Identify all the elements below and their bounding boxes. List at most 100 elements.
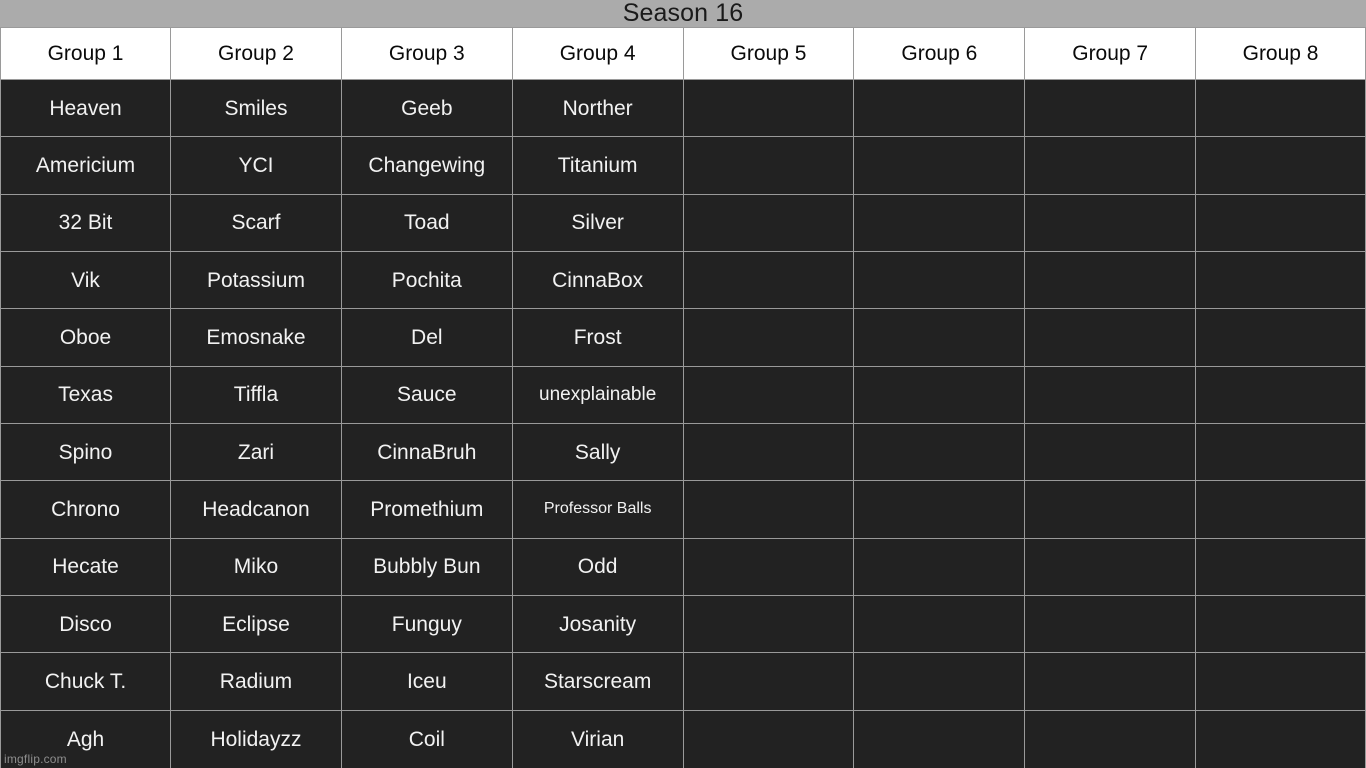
empty-cell[interactable] bbox=[853, 366, 1025, 424]
entry-cell[interactable]: Americium bbox=[0, 137, 171, 195]
entry-cell[interactable]: Eclipse bbox=[170, 595, 341, 654]
empty-cell[interactable] bbox=[1024, 653, 1196, 711]
entry-cell[interactable]: Frost bbox=[511, 309, 683, 367]
entry-cell[interactable]: Vik bbox=[0, 251, 171, 310]
entry-cell[interactable]: Silver bbox=[511, 194, 683, 252]
empty-cell[interactable] bbox=[1195, 481, 1366, 539]
entry-cell[interactable]: Spino bbox=[0, 423, 171, 482]
empty-cell[interactable] bbox=[1195, 309, 1366, 367]
entry-cell[interactable]: Josanity bbox=[511, 595, 683, 654]
entry-cell[interactable]: Hecate bbox=[0, 538, 171, 596]
entry-cell[interactable]: Geeb bbox=[340, 80, 512, 138]
entry-cell[interactable]: Professor Balls bbox=[511, 481, 683, 539]
empty-cell[interactable] bbox=[682, 710, 854, 768]
entry-cell[interactable]: Odd bbox=[511, 538, 683, 596]
empty-cell[interactable] bbox=[1024, 251, 1196, 310]
entry-cell[interactable]: Norther bbox=[511, 80, 683, 138]
entry-cell[interactable]: Sally bbox=[511, 423, 683, 482]
empty-cell[interactable] bbox=[853, 251, 1025, 310]
entry-cell[interactable]: Sauce bbox=[340, 366, 512, 424]
entry-cell[interactable]: 32 Bit bbox=[0, 194, 171, 252]
entry-cell[interactable]: Potassium bbox=[170, 251, 341, 310]
empty-cell[interactable] bbox=[853, 80, 1025, 138]
empty-cell[interactable] bbox=[682, 481, 854, 539]
empty-cell[interactable] bbox=[682, 653, 854, 711]
cell-label: Promethium bbox=[370, 497, 484, 521]
entry-cell[interactable]: Miko bbox=[170, 538, 341, 596]
entry-cell[interactable]: Starscream bbox=[511, 653, 683, 711]
empty-cell[interactable] bbox=[1195, 653, 1366, 711]
empty-cell[interactable] bbox=[853, 595, 1025, 654]
entry-cell[interactable]: unexplainable bbox=[511, 366, 683, 424]
empty-cell[interactable] bbox=[682, 538, 854, 596]
entry-cell[interactable]: Smiles bbox=[170, 80, 341, 138]
empty-cell[interactable] bbox=[1024, 423, 1196, 482]
empty-cell[interactable] bbox=[682, 595, 854, 654]
entry-cell[interactable]: Radium bbox=[170, 653, 341, 711]
entry-cell[interactable]: Headcanon bbox=[170, 481, 341, 539]
empty-cell[interactable] bbox=[1195, 423, 1366, 482]
entry-cell[interactable]: Heaven bbox=[0, 80, 171, 138]
empty-cell[interactable] bbox=[1195, 80, 1366, 138]
entry-cell[interactable]: Oboe bbox=[0, 309, 171, 367]
entry-cell[interactable]: Iceu bbox=[340, 653, 512, 711]
empty-cell[interactable] bbox=[853, 137, 1025, 195]
entry-cell[interactable]: Tiffla bbox=[170, 366, 341, 424]
entry-cell[interactable]: CinnaBox bbox=[511, 251, 683, 310]
entry-cell[interactable]: Promethium bbox=[340, 481, 512, 539]
entry-cell[interactable]: Texas bbox=[0, 366, 171, 424]
empty-cell[interactable] bbox=[1024, 481, 1196, 539]
entry-cell[interactable]: Toad bbox=[340, 194, 512, 252]
empty-cell[interactable] bbox=[853, 710, 1025, 768]
table-row: Chrono Headcanon Promethium Professor Balls bbox=[0, 481, 1366, 539]
empty-cell[interactable] bbox=[1195, 538, 1366, 596]
empty-cell[interactable] bbox=[1024, 595, 1196, 654]
empty-cell[interactable] bbox=[1195, 595, 1366, 654]
entry-cell[interactable]: Titanium bbox=[511, 137, 683, 195]
empty-cell[interactable] bbox=[1195, 366, 1366, 424]
entry-cell[interactable]: Coil bbox=[340, 710, 512, 768]
empty-cell[interactable] bbox=[853, 194, 1025, 252]
cell-label: Hecate bbox=[52, 555, 119, 579]
empty-cell[interactable] bbox=[853, 538, 1025, 596]
entry-cell[interactable]: Holidayzz bbox=[170, 710, 341, 768]
empty-cell[interactable] bbox=[1195, 710, 1366, 768]
entry-cell[interactable]: CinnaBruh bbox=[340, 423, 512, 482]
entry-cell[interactable]: Scarf bbox=[170, 194, 341, 252]
empty-cell[interactable] bbox=[1024, 80, 1196, 138]
empty-cell[interactable] bbox=[853, 481, 1025, 539]
entry-cell[interactable]: Del bbox=[340, 309, 512, 367]
entry-cell[interactable]: Chuck T. bbox=[0, 653, 171, 711]
empty-cell[interactable] bbox=[682, 366, 854, 424]
empty-cell[interactable] bbox=[682, 251, 854, 310]
empty-cell[interactable] bbox=[682, 309, 854, 367]
empty-cell[interactable] bbox=[682, 137, 854, 195]
entry-cell[interactable]: Chrono bbox=[0, 481, 171, 539]
entry-cell[interactable]: Emosnake bbox=[170, 309, 341, 367]
entry-cell[interactable]: Virian bbox=[511, 710, 683, 768]
empty-cell[interactable] bbox=[1024, 538, 1196, 596]
empty-cell[interactable] bbox=[1024, 309, 1196, 367]
empty-cell[interactable] bbox=[1195, 194, 1366, 252]
empty-cell[interactable] bbox=[853, 309, 1025, 367]
empty-cell[interactable] bbox=[682, 80, 854, 138]
empty-cell[interactable] bbox=[1024, 137, 1196, 195]
empty-cell[interactable] bbox=[682, 423, 854, 482]
table-row: Hecate Miko Bubbly Bun Odd bbox=[0, 538, 1366, 596]
entry-cell[interactable]: Disco bbox=[0, 595, 171, 654]
empty-cell[interactable] bbox=[1195, 251, 1366, 310]
entry-cell[interactable]: YCI bbox=[170, 137, 341, 195]
empty-cell[interactable] bbox=[682, 194, 854, 252]
empty-cell[interactable] bbox=[1024, 710, 1196, 768]
empty-cell[interactable] bbox=[1024, 194, 1196, 252]
entry-cell[interactable]: Changewing bbox=[340, 137, 512, 195]
empty-cell[interactable] bbox=[853, 423, 1025, 482]
empty-cell[interactable] bbox=[1195, 137, 1366, 195]
entry-cell[interactable]: Agh bbox=[0, 710, 171, 768]
entry-cell[interactable]: Zari bbox=[170, 423, 341, 482]
entry-cell[interactable]: Bubbly Bun bbox=[340, 538, 512, 596]
entry-cell[interactable]: Pochita bbox=[340, 251, 512, 310]
entry-cell[interactable]: Funguy bbox=[340, 595, 512, 654]
empty-cell[interactable] bbox=[1024, 366, 1196, 424]
empty-cell[interactable] bbox=[853, 653, 1025, 711]
